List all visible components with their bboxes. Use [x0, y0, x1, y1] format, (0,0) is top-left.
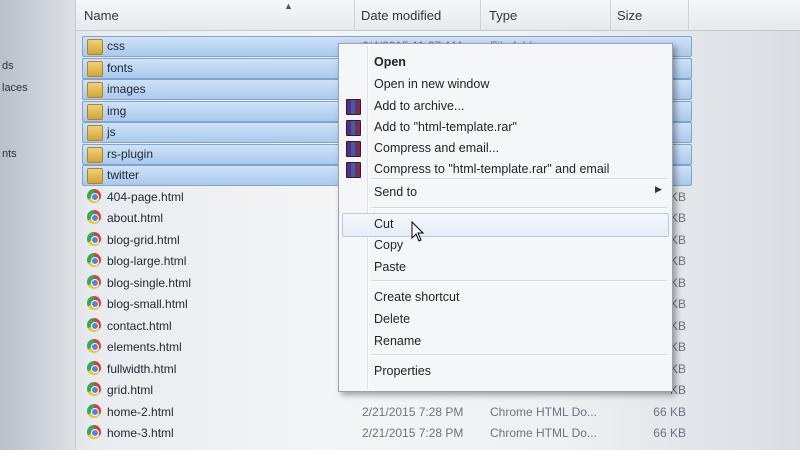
menu-separator — [371, 207, 667, 209]
winrar-icon — [346, 99, 361, 115]
file-name[interactable]: home-2.html — [107, 405, 174, 419]
menu-item-paste[interactable]: Paste — [374, 260, 406, 274]
menu-item-delete[interactable]: Delete — [374, 312, 410, 326]
chrome-html-file-icon — [87, 296, 101, 310]
folder-icon — [87, 82, 103, 98]
chrome-html-file-icon — [87, 425, 101, 439]
file-type: Chrome HTML Do... — [490, 426, 597, 440]
file-name[interactable]: elements.html — [107, 340, 182, 354]
column-header-bar: ▲ Name Date modified Type Size — [76, 0, 800, 31]
menu-item-send-to[interactable]: Send to — [374, 185, 417, 199]
file-row[interactable]: home-2.html 2/21/2015 7:28 PM Chrome HTML … — [0, 401, 800, 422]
menu-separator — [371, 280, 667, 282]
chrome-html-file-icon — [87, 188, 101, 203]
column-divider[interactable] — [610, 0, 611, 30]
menu-separator — [371, 178, 667, 180]
file-date-modified: 2/21/2015 7:28 PM — [362, 404, 464, 419]
chrome-html-file-icon — [87, 317, 101, 332]
folder-icon — [87, 125, 103, 141]
menu-item-compress-to-rar-email[interactable]: Compress to "html-template.rar" and emai… — [374, 162, 609, 176]
menu-item-properties[interactable]: Properties — [374, 364, 431, 378]
winrar-icon — [346, 120, 361, 136]
file-name[interactable]: blog-grid.html — [107, 233, 180, 247]
column-divider[interactable] — [480, 0, 481, 30]
chrome-html-file-icon — [87, 210, 101, 224]
chrome-html-file-icon — [87, 274, 101, 289]
file-name[interactable]: contact.html — [107, 319, 172, 333]
column-header-type[interactable]: Type — [489, 8, 517, 23]
file-name[interactable]: home-3.html — [107, 426, 174, 440]
menu-item-copy[interactable]: Copy — [374, 238, 403, 252]
menu-item-create-shortcut[interactable]: Create shortcut — [374, 290, 459, 304]
file-name[interactable]: blog-small.html — [107, 297, 188, 311]
file-name[interactable]: fonts — [107, 61, 133, 75]
chrome-html-file-icon — [87, 231, 101, 246]
column-header-size[interactable]: Size — [617, 8, 642, 23]
menu-item-compress-email[interactable]: Compress and email... — [374, 141, 499, 155]
folder-icon — [87, 103, 103, 120]
file-name[interactable]: 404-page.html — [107, 190, 184, 204]
file-name[interactable]: about.html — [107, 211, 163, 225]
context-menu: Open Open in new window Add to archive..… — [338, 43, 673, 392]
file-name[interactable]: img — [107, 104, 126, 118]
menu-item-cut[interactable]: Cut — [374, 217, 393, 231]
folder-icon — [87, 60, 103, 77]
file-row[interactable]: home-3.html 2/21/2015 7:28 PM Chrome HTML … — [0, 422, 800, 443]
chrome-html-file-icon — [87, 403, 101, 418]
file-name[interactable]: css — [107, 39, 125, 53]
mouse-pointer-icon — [411, 221, 425, 242]
file-name[interactable]: rs-plugin — [107, 147, 153, 161]
file-date-modified: 2/21/2015 7:28 PM — [362, 426, 464, 440]
file-name[interactable]: fullwidth.html — [107, 362, 176, 376]
column-divider[interactable] — [354, 0, 355, 30]
winrar-icon — [346, 162, 361, 178]
column-divider[interactable] — [688, 0, 689, 30]
menu-item-add-to-archive[interactable]: Add to archive... — [374, 99, 464, 113]
menu-separator — [371, 354, 667, 356]
folder-icon — [87, 39, 103, 55]
file-name[interactable]: grid.html — [107, 383, 153, 397]
winrar-icon — [346, 141, 361, 157]
file-name[interactable]: blog-single.html — [107, 276, 191, 290]
chrome-html-file-icon — [87, 382, 101, 396]
file-type: Chrome HTML Do... — [490, 404, 597, 419]
folder-icon — [87, 168, 103, 184]
file-name[interactable]: blog-large.html — [107, 254, 186, 268]
file-size: 66 KB — [653, 404, 686, 419]
folder-icon — [87, 146, 103, 163]
sort-ascending-icon: ▲ — [284, 1, 293, 11]
menu-item-rename[interactable]: Rename — [374, 334, 421, 348]
file-name[interactable]: js — [107, 125, 116, 139]
column-header-date[interactable]: Date modified — [361, 8, 441, 23]
submenu-arrow-icon: ▶ — [655, 184, 662, 194]
chrome-html-file-icon — [87, 360, 101, 375]
file-name[interactable]: images — [107, 82, 146, 96]
menu-item-open-new-window[interactable]: Open in new window — [374, 77, 489, 91]
chrome-html-file-icon — [87, 339, 101, 353]
menu-item-add-to-rar[interactable]: Add to "html-template.rar" — [374, 120, 517, 134]
chrome-html-file-icon — [87, 253, 101, 267]
file-size: 66 KB — [653, 426, 686, 440]
menu-item-open[interactable]: Open — [374, 55, 406, 69]
column-header-name[interactable]: Name — [84, 8, 119, 23]
file-name[interactable]: twitter — [107, 168, 139, 182]
